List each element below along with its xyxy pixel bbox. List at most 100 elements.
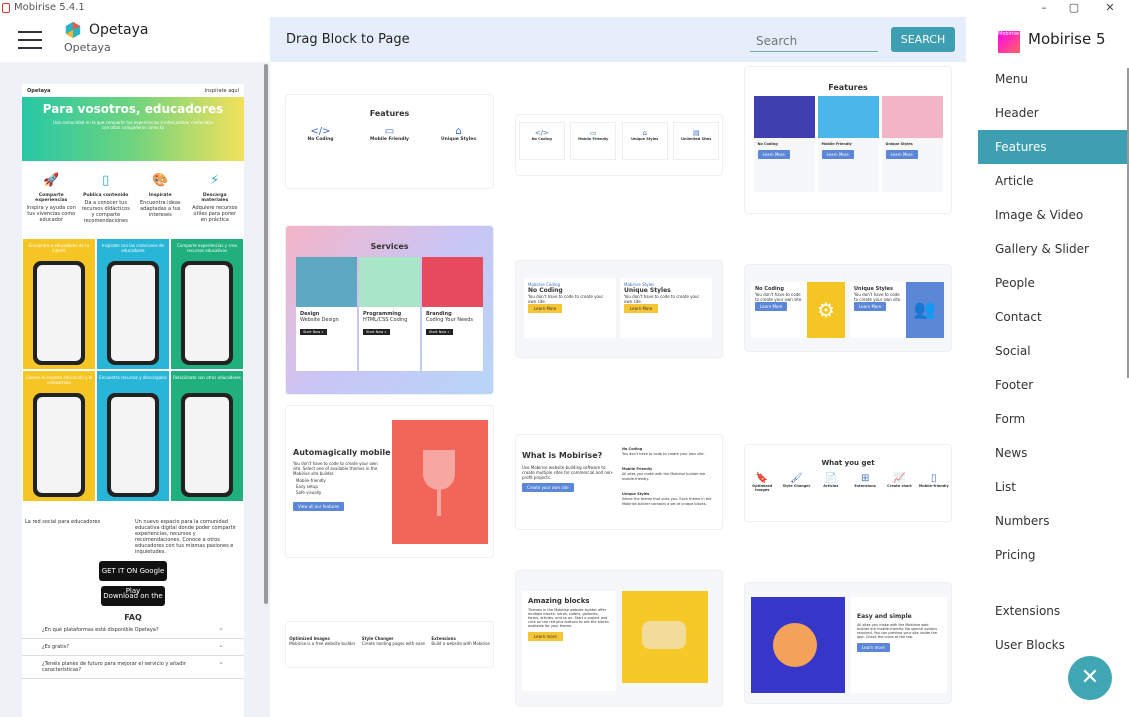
block-text: All sites you make with the Mobirise web… [857,623,938,639]
google-play-badge: GET IT ON Google Play [99,561,167,595]
service-card: Branding Coding Your Needs Start Now » [422,257,483,371]
block-title: Features [828,83,868,92]
mobirise-logo-icon: Mobirise [998,31,1020,53]
block-button: Create your own site [522,483,574,492]
feature-title: Comparte experiencias [35,193,68,203]
preview-scrollbar[interactable] [264,64,268,604]
block-easy-and-simple[interactable]: Easy and simple All sites you make with … [745,583,951,703]
preview-feature: ▯ Publica contenido Da a conocer tus recur… [81,173,131,239]
block-features-5[interactable]: No Coding You don't have to code to creat… [745,265,951,351]
goblet-image [392,420,488,544]
preview-nav-link: Inspírate aquí [204,87,239,94]
rocket-icon: 🚀 [43,173,60,188]
category-numbers[interactable]: Numbers [978,504,1129,538]
block-what-you-get[interactable]: What you get 🔖 Optimized Images 🖌 Style Ch… [745,445,951,521]
block-amazing-blocks[interactable]: Amazing blocks Themes in the Mobirise we… [516,571,722,706]
feature-text: Inspira y ayuda con tus vivencias como e… [26,205,76,223]
phone-mockup [107,393,159,497]
faq-item: ¿En qué plataformas está disponible Opet… [22,622,244,639]
block-features-inline[interactable]: Optimized Images Mobirise is a free websi… [286,622,493,667]
close-window-button[interactable]: ✕ [1100,1,1120,14]
users-icon: 👥 [906,282,944,338]
preview-features: 🚀 Comparte experiencias Inspira y ayuda co… [22,161,244,239]
category-features[interactable]: Features [978,130,1129,164]
block-what-is-mobirise[interactable]: What is Mobirise? Use Mobirise website b… [516,435,722,529]
block-text: You don't have to code to create your ow… [293,461,378,476]
preview-navbar: Opetaya Inspírate aquí [22,84,244,97]
category-news[interactable]: News [978,436,1129,470]
palette-icon: 🎨 [152,173,169,188]
category-menu[interactable]: Menu [978,62,1129,96]
minimize-button[interactable]: – [1034,1,1054,14]
app-logo-icon [2,3,10,13]
category-pricing[interactable]: Pricing [978,538,1129,572]
category-form[interactable]: Form [978,402,1129,436]
item-title: Unique Styles [440,137,477,142]
close-panel-button[interactable]: ✕ [1068,656,1112,700]
block-features-1[interactable]: Features </> No Coding ▭ Mobile Friendly ⌂… [286,95,493,188]
category-footer[interactable]: Footer [978,368,1129,402]
blocks-panel: Drag Block to Page SEARCH Features </>No… [270,17,966,717]
block-title: Features [369,109,410,118]
category-people[interactable]: People [978,266,1129,300]
preview-phone-grid: Encuentra a educadores de tu interés Ins… [22,239,244,501]
phone-mockup [181,261,233,365]
category-image-video[interactable]: Image & Video [978,198,1129,232]
window-title: Mobirise 5.4.1 [14,2,85,13]
item-title: No Coding [307,137,334,142]
preview-social-section: La red social para educadores Un nuevo e… [22,501,244,555]
service-card: Programming HTML/CSS Coding Start Now » [359,257,420,371]
site-preview[interactable]: Opetaya Inspírate aquí Para vosotros, ed… [22,84,244,717]
category-contact[interactable]: Contact [978,300,1129,334]
block-categories-sidebar: Mobirise Mobirise 5 Menu Header Features… [978,17,1129,717]
phone-mockup [33,393,85,497]
cell-text: Conoce lo experto educación y lo compart… [25,375,93,385]
search-input[interactable] [750,30,878,52]
category-article[interactable]: Article [978,164,1129,198]
block-features-4[interactable]: Mobirise Coding No Coding You don't have t… [516,261,722,357]
feature-text: Encuentra ideas adaptadas a tus interese… [140,200,181,218]
feature-title: Inspírate [148,193,172,198]
faq-item: ¿Tenéis planes de futuro para mejorar el… [22,656,244,679]
social-right-text: Un nuevo espacio para la comunidad educa… [135,519,237,555]
item-title: Mobile Friendly [370,137,409,142]
list-item: Safe visually [296,490,322,495]
preview-grid-cell: Relaciónate con otros educadores [171,371,243,501]
category-list[interactable]: List [978,470,1129,504]
faq-item: ¿Es gratis? [22,639,244,656]
cell-text: Comparte experiencias y crea recursos ed… [176,243,237,253]
blocks-panel-title: Drag Block to Page [286,32,410,47]
category-extensions[interactable]: Extensions [978,594,1129,628]
preview-grid-cell: Encuentra recursos y descárgalos [97,371,169,501]
search-button[interactable]: SEARCH [891,27,955,52]
hamburger-menu-icon[interactable] [18,31,42,49]
preview-hero-text: Una comunidad en la que compartir tus ex… [53,120,213,130]
block-button: View all our features [293,502,345,511]
project-title[interactable]: Opetaya [89,22,148,38]
block-features-2[interactable]: </> No Coding ▭ Mobile Friendly ⌂ Unique St… [516,115,722,175]
block-text: Themes in the Mobirise website builder o… [528,608,609,628]
blocks-grid: Features </> No Coding ▭ Mobile Friendly ⌂… [270,62,966,717]
category-gallery-slider[interactable]: Gallery & Slider [978,232,1129,266]
block-automagically-mobile[interactable]: Automagically mobile You don't have to c… [286,406,493,557]
lightning-icon: ⚡ [210,173,220,188]
maximize-button[interactable]: ▢ [1064,1,1084,14]
project-header: Opetaya Opetaya [0,17,270,62]
block-features-3[interactable]: Features No Coding Learn More Mobile Frie… [745,67,951,213]
category-user-blocks[interactable]: User Blocks [978,628,1129,662]
preview-grid-cell: Encuentra a educadores de tu interés [23,239,95,369]
cell-text: Inspírate con las creaciones de educador… [102,243,164,253]
preview-grid-cell: Conoce lo experto educación y lo compart… [23,371,95,501]
feature-title: Publica contenido [83,193,129,198]
faq-title: FAQ [124,613,142,622]
preview-brand: Opetaya [27,87,51,94]
category-social[interactable]: Social [978,334,1129,368]
page-preview-panel: Opetaya Opetaya Opetaya Inspírate aquí P… [0,17,270,717]
phone-mockup [33,261,85,365]
block-services[interactable]: Services Design Website Design Start Now »… [286,226,493,394]
tablet-icon: ▯ [102,173,110,188]
service-card: Design Website Design Start Now » [296,257,357,371]
category-header[interactable]: Header [978,96,1129,130]
phone-mockup [107,261,159,365]
block-title: Services [370,242,409,251]
